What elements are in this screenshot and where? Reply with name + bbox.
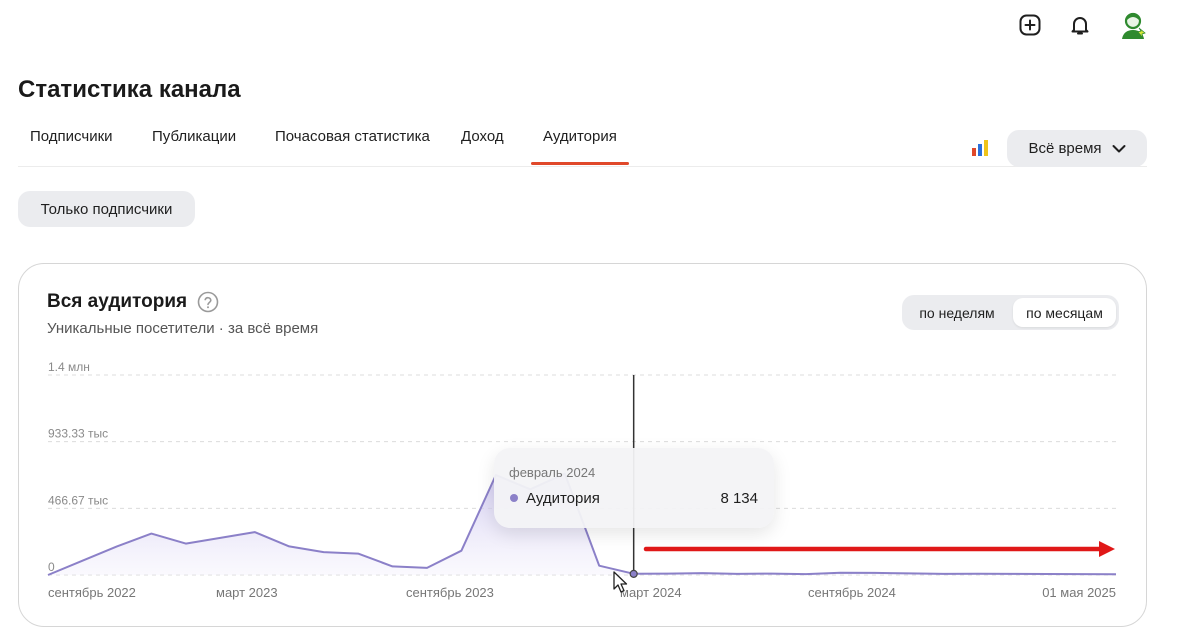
chart-tooltip: февраль 2024 Аудитория 8 134: [494, 448, 774, 528]
hover-point[interactable]: [629, 569, 638, 578]
chart-x-ticks: сентябрь 2022 март 2023 сентябрь 2023 март …: [48, 585, 1116, 600]
y-tick-label: 933.33 тыс: [48, 427, 108, 441]
audience-chart: 0466.67 тыс933.33 тыс1.4 млн сентябрь 20…: [47, 360, 1117, 600]
tooltip-value: 8 134: [720, 490, 758, 507]
x-tick-label: сентябрь 2023: [406, 585, 494, 600]
red-arrow-annotation: [643, 541, 1115, 557]
series-legend-dot: [510, 494, 518, 502]
x-tick-label: март 2023: [216, 585, 278, 600]
x-tick-label: март 2024: [620, 585, 682, 600]
tooltip-series-label: Аудитория: [526, 490, 600, 507]
x-tick-label: 01 мая 2025: [1042, 585, 1116, 600]
x-tick-label: сентябрь 2022: [48, 585, 136, 600]
x-tick-label: сентябрь 2024: [808, 585, 896, 600]
chart-y-ticks: 0466.67 тыс933.33 тыс1.4 млн: [48, 360, 108, 574]
y-tick-label: 466.67 тыс: [48, 493, 108, 507]
tooltip-date: февраль 2024: [509, 465, 596, 480]
y-tick-label: 1.4 млн: [48, 360, 90, 374]
